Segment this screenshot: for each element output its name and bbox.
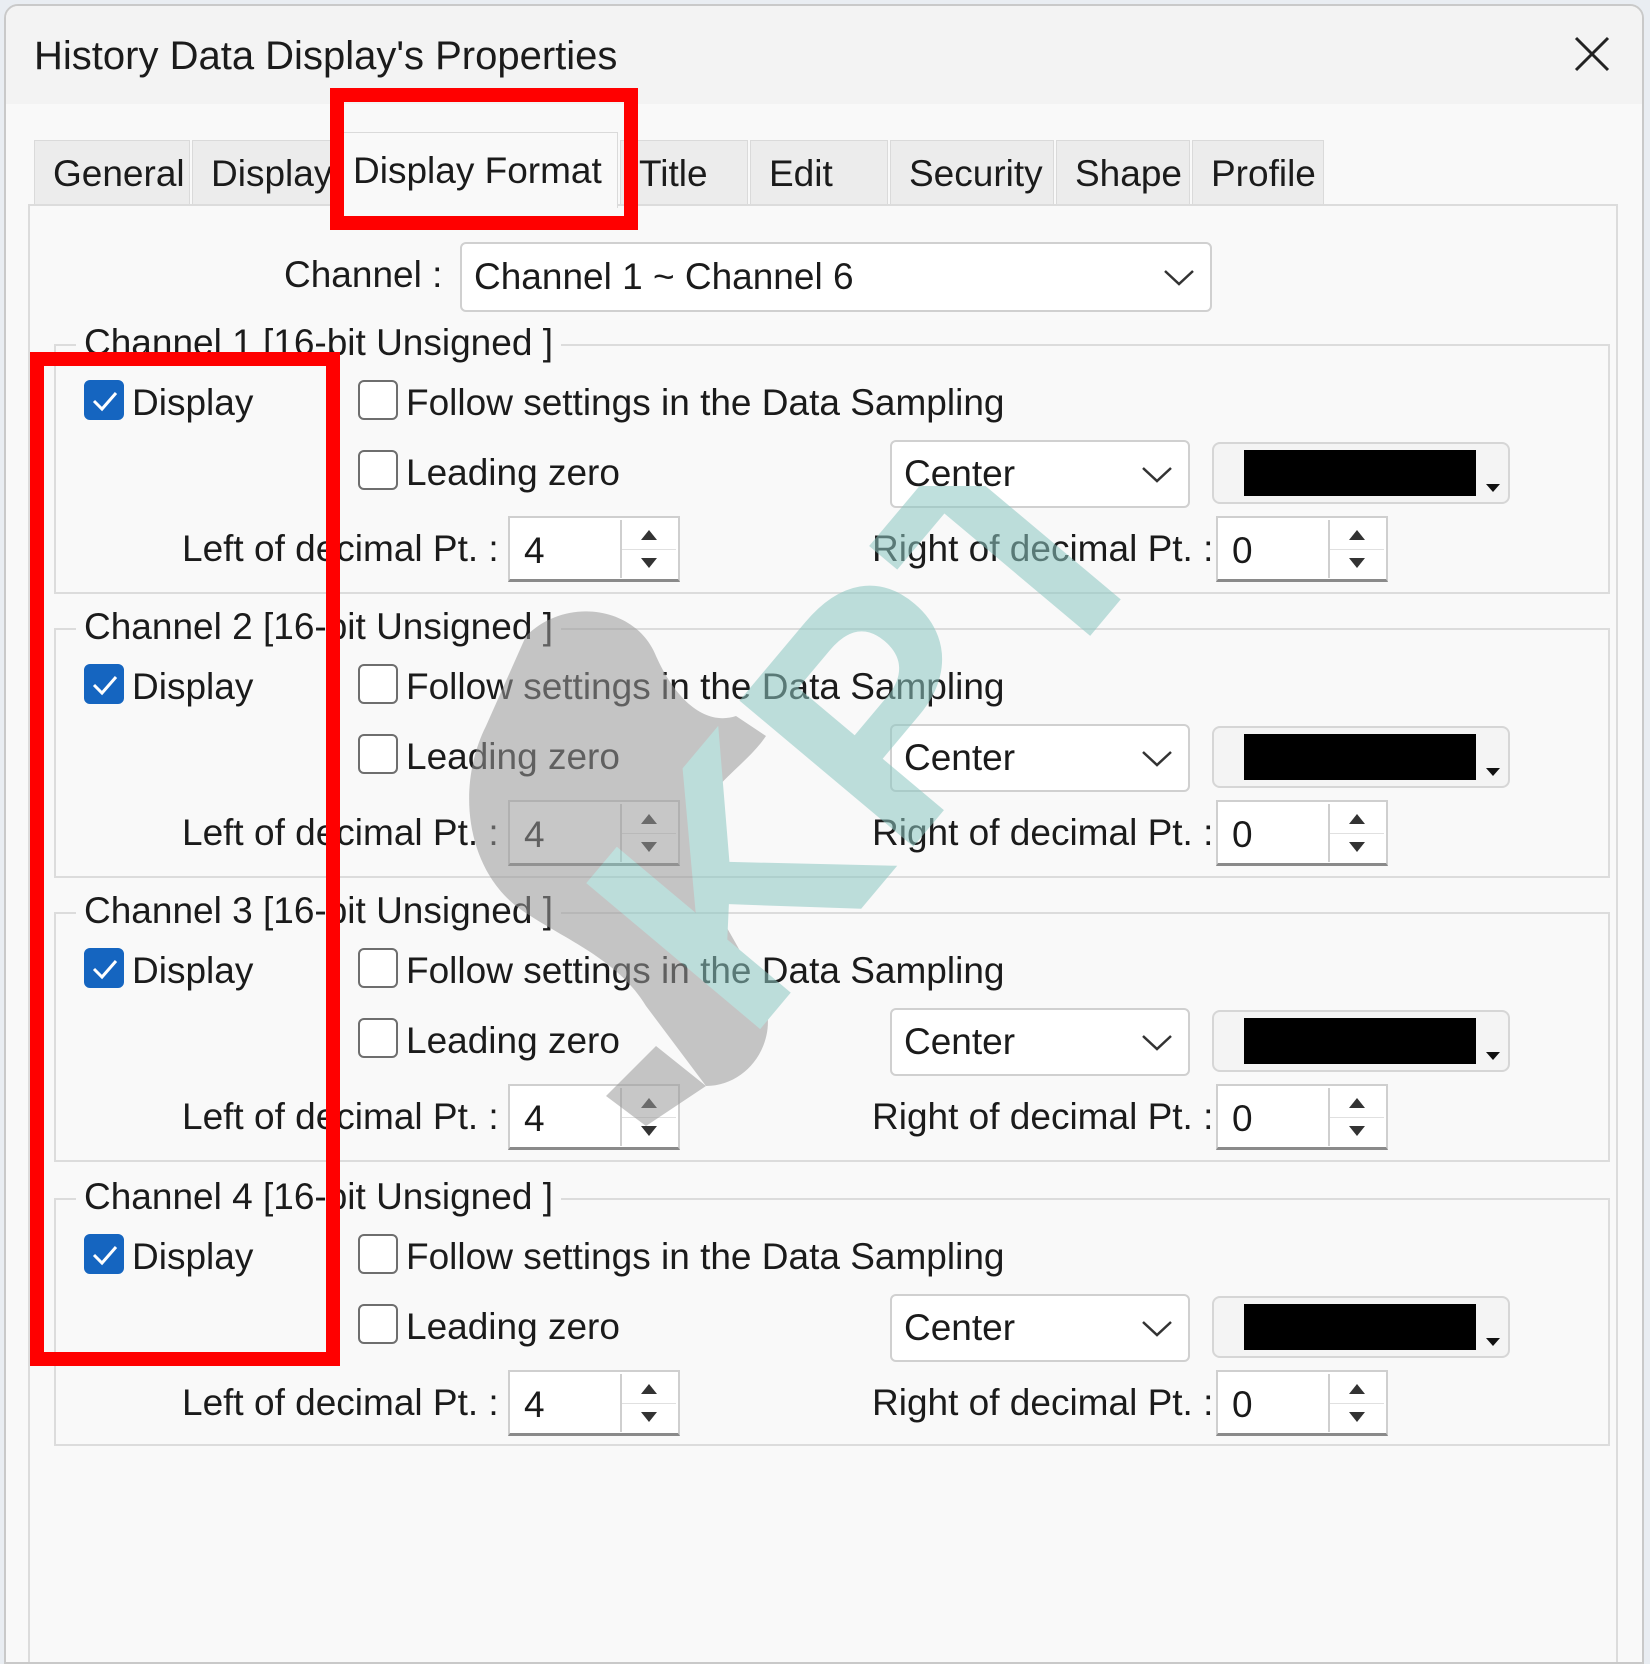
dropdown-arrow-icon: [1486, 1052, 1500, 1060]
window-title: History Data Display's Properties: [34, 34, 618, 78]
highlight-display-checkboxes: [30, 352, 340, 1366]
right-decimal-stepper[interactable]: 0: [1216, 1084, 1388, 1150]
spin-up-icon[interactable]: [622, 1374, 676, 1404]
chevron-down-icon: [1142, 467, 1172, 483]
right-decimal-value[interactable]: 0: [1232, 814, 1253, 856]
left-decimal-stepper[interactable]: 4: [508, 1370, 680, 1436]
channel-label: Channel :: [284, 254, 443, 295]
right-decimal-value[interactable]: 0: [1232, 1098, 1253, 1140]
chevron-down-icon: [1142, 1321, 1172, 1337]
title-bar: History Data Display's Properties: [6, 6, 1642, 104]
watermark-logo-icon: KPT: [469, 486, 1206, 1126]
spin-up-icon[interactable]: [1330, 1374, 1384, 1404]
spin-down-icon[interactable]: [1330, 833, 1384, 862]
tab-title[interactable]: Title: [620, 140, 748, 206]
tab-shape[interactable]: Shape: [1056, 140, 1190, 206]
spin-up-icon[interactable]: [1330, 804, 1384, 834]
follow-settings-checkbox[interactable]: [358, 664, 398, 704]
spin-down-icon[interactable]: [1330, 1403, 1384, 1432]
follow-settings-label: Follow settings in the Data Sampling: [406, 382, 1005, 423]
leading-zero-checkbox[interactable]: [358, 450, 398, 490]
color-swatch: [1244, 734, 1476, 780]
right-decimal-value[interactable]: 0: [1232, 530, 1253, 572]
spin-down-icon[interactable]: [622, 1403, 676, 1432]
color-swatch: [1244, 450, 1476, 496]
properties-dialog: History Data Display's Properties Genera…: [4, 4, 1644, 1664]
highlight-display-format-tab: [330, 88, 638, 230]
chevron-down-icon: [1164, 270, 1194, 286]
right-decimal-label: Right of decimal Pt. :: [872, 1382, 1214, 1423]
spin-up-icon[interactable]: [1330, 520, 1384, 550]
leading-zero-checkbox[interactable]: [358, 1018, 398, 1058]
right-decimal-stepper[interactable]: 0: [1216, 800, 1388, 866]
spin-up-icon[interactable]: [1330, 1088, 1384, 1118]
color-swatch: [1244, 1304, 1476, 1350]
tab-display[interactable]: Display: [192, 140, 332, 206]
color-picker[interactable]: [1212, 442, 1510, 504]
tab-general[interactable]: General: [34, 140, 190, 206]
follow-settings-checkbox[interactable]: [358, 1234, 398, 1274]
left-decimal-value[interactable]: 4: [524, 1384, 545, 1426]
channel-select[interactable]: Channel 1 ~ Channel 6: [460, 242, 1212, 312]
dropdown-arrow-icon: [1486, 484, 1500, 492]
close-icon[interactable]: [1562, 24, 1622, 84]
follow-settings-checkbox[interactable]: [358, 380, 398, 420]
leading-zero-label: Leading zero: [406, 1306, 620, 1347]
alignment-select[interactable]: Center: [890, 1294, 1190, 1362]
follow-settings-label: Follow settings in the Data Sampling: [406, 1236, 1005, 1277]
right-decimal-value[interactable]: 0: [1232, 1384, 1253, 1426]
leading-zero-checkbox[interactable]: [358, 1304, 398, 1344]
spin-down-icon[interactable]: [1330, 1117, 1384, 1146]
right-decimal-stepper[interactable]: 0: [1216, 1370, 1388, 1436]
dropdown-arrow-icon: [1486, 1338, 1500, 1346]
color-picker[interactable]: [1212, 1010, 1510, 1072]
spin-down-icon[interactable]: [1330, 549, 1384, 578]
tab-security[interactable]: Security: [890, 140, 1054, 206]
tab-profile[interactable]: Profile: [1192, 140, 1324, 206]
color-swatch: [1244, 1018, 1476, 1064]
leading-zero-checkbox[interactable]: [358, 734, 398, 774]
color-picker[interactable]: [1212, 1296, 1510, 1358]
left-decimal-label: Left of decimal Pt. :: [182, 1382, 499, 1423]
right-decimal-stepper[interactable]: 0: [1216, 516, 1388, 582]
svg-text:KPT: KPT: [517, 486, 1206, 1091]
color-picker[interactable]: [1212, 726, 1510, 788]
follow-settings-checkbox[interactable]: [358, 948, 398, 988]
dropdown-arrow-icon: [1486, 768, 1500, 776]
tab-edit[interactable]: Edit: [750, 140, 888, 206]
